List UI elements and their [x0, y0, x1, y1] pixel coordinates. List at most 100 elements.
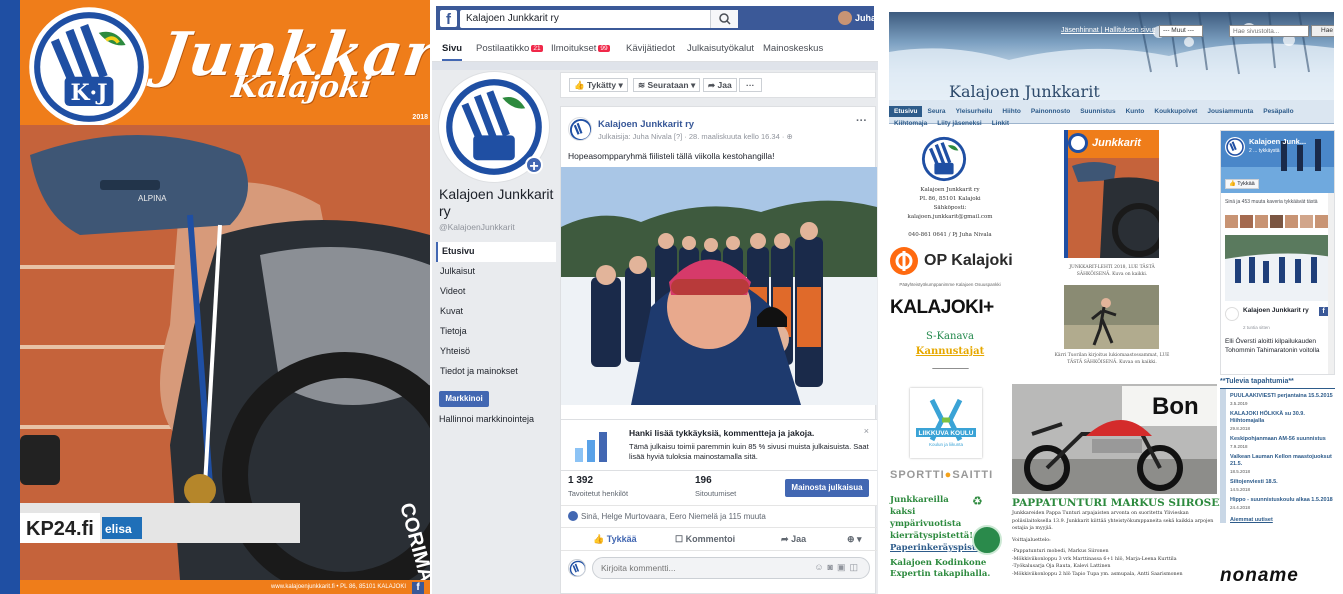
- event-item[interactable]: Hippo - suunnistuskoulu alkaa 1.5.2018 24…: [1230, 493, 1335, 511]
- tab-julkaisutyokalut[interactable]: Julkaisutyökalut: [687, 43, 754, 54]
- fb-page-handle: @KalajoenJunkkarit: [439, 222, 515, 232]
- runner-thumbnail[interactable]: [1064, 285, 1159, 349]
- share-label: Jaa: [717, 80, 732, 90]
- site-header: Jäsenhinnat | Hallituksen sivut --- Muut…: [889, 12, 1334, 100]
- recycle-icon: ♻: [972, 494, 983, 508]
- fb-search-button[interactable]: [710, 10, 738, 28]
- side-item-yhteiso[interactable]: Yhteisö: [436, 342, 556, 362]
- liikkuva-sub: Koulun ja liikunta: [929, 442, 964, 447]
- fb-search-input[interactable]: Kalajoen Junkkarit ry: [460, 10, 738, 28]
- promote-button[interactable]: Markkinoi: [439, 391, 489, 407]
- cover-subtitle: Kalajoki: [229, 70, 374, 105]
- paper-collection-link[interactable]: Paperinkeräyspiste: [890, 543, 981, 553]
- post-photo-skiers[interactable]: [561, 167, 877, 405]
- comment-button[interactable]: ☐ Kommentoi: [675, 534, 735, 545]
- widget-scrollbar[interactable]: [1328, 193, 1334, 374]
- event-item[interactable]: KALAJOKI HÖLKKÄ su 30.9. Hiihtomajalla 29…: [1230, 407, 1335, 432]
- sporttisaitti-logo[interactable]: SPORTTI●SAITTI: [890, 469, 993, 481]
- email-link[interactable]: kalajoen.junkkarit@gmail.com: [890, 213, 1010, 222]
- boost-post-button[interactable]: Mainosta julkaisua: [785, 479, 869, 497]
- tab-sivu[interactable]: Sivu: [442, 43, 463, 61]
- like-button[interactable]: 👍 Tykkää: [593, 534, 637, 545]
- other-sites-select[interactable]: --- Muut ---: [1159, 25, 1203, 37]
- widget-friends-text: Sinä ja 453 muuta kaveria tykkäävät täst…: [1225, 199, 1318, 205]
- kalajoki-sponsor[interactable]: KALAJOKI+: [890, 297, 994, 319]
- recycling-note: Junkkareilla kaksi ympärivuotista kierrä…: [890, 494, 981, 554]
- widget-like-button[interactable]: 👍 Tykkää: [1225, 179, 1259, 189]
- emoji-icon[interactable]: ☺: [814, 562, 827, 572]
- all-news-link[interactable]: Aiemmat uutiset: [1230, 511, 1335, 523]
- post-options-icon[interactable]: ···: [856, 115, 867, 127]
- post-likes[interactable]: Sinä, Helge Murtovaara, Eero Niemelä ja …: [561, 505, 877, 525]
- camera-icon[interactable]: ◙: [828, 562, 837, 572]
- add-photo-plus-icon[interactable]: +: [525, 156, 543, 175]
- menu-item-suunnistus[interactable]: Suunnistus: [1075, 106, 1120, 117]
- share-post-button[interactable]: ➦ Jaa: [781, 534, 806, 545]
- event-item[interactable]: PUULAAKIVIESTI perjantaina 15.5.2015 3.5.…: [1230, 389, 1335, 407]
- event-item[interactable]: Keskipohjanmaan AM-56 suunnistus 7.9.2018: [1230, 432, 1335, 450]
- header-links[interactable]: Jäsenhinnat | Hallituksen sivut: [1061, 27, 1155, 34]
- op-kalajoki-sponsor[interactable]: OP Kalajoki: [890, 247, 1013, 277]
- event-date: 14.5.2018: [1230, 487, 1251, 492]
- site-search-button[interactable]: Hae: [1311, 25, 1334, 37]
- post-author-avatar[interactable]: [568, 117, 592, 141]
- tab-postilaatikko[interactable]: Postilaatikko 21: [476, 43, 543, 54]
- s-kanava-link[interactable]: S-Kanava: [890, 331, 1010, 342]
- menu-item-linkit[interactable]: Linkit: [987, 118, 1014, 129]
- fb-post: Kalajoen Junkkarit ry Julkaisija: Juha N…: [560, 106, 877, 594]
- menu-item-koukkupolvet[interactable]: Koukkupolvet: [1149, 106, 1202, 117]
- share-button[interactable]: ➦ Jaa: [703, 78, 737, 92]
- pappatunturi-image[interactable]: Bon: [1012, 384, 1217, 494]
- side-item-videot[interactable]: Videot: [436, 282, 556, 302]
- noname-sponsor[interactable]: noname: [1220, 565, 1299, 587]
- more-button[interactable]: ···: [739, 78, 762, 92]
- magazine-thumbnail[interactable]: Junkkarit: [1064, 130, 1159, 258]
- magazine-caption[interactable]: JUNKKARIT-LEHTI 2018, LUE TÄSTÄ SÄHKÖISE…: [1052, 264, 1172, 278]
- side-item-kuvat[interactable]: Kuvat: [436, 302, 556, 322]
- menu-item-kunto[interactable]: Kunto: [1121, 106, 1150, 117]
- widget-post-author[interactable]: Kalajoen Junkkarit ry: [1243, 307, 1313, 315]
- following-label: Seurataan: [647, 80, 689, 90]
- sticker-icon[interactable]: ◫: [849, 562, 862, 572]
- menu-item-liity-jäseneksi[interactable]: Liity jäseneksi: [932, 118, 986, 129]
- menu-item-painonnosto[interactable]: Painonnosto: [1026, 106, 1075, 117]
- widget-logo[interactable]: [1225, 137, 1245, 157]
- widget-page-name[interactable]: Kalajoen Junk...: [1249, 137, 1306, 146]
- event-item[interactable]: Siltojenviesti 18.5. 14.5.2018: [1230, 475, 1335, 493]
- post-author[interactable]: Kalajoen Junkkarit ry: [598, 119, 694, 130]
- facebook-logo-icon[interactable]: f: [440, 10, 457, 28]
- close-icon[interactable]: ×: [864, 426, 869, 436]
- widget-post-avatar[interactable]: [1225, 307, 1239, 321]
- runner-caption[interactable]: Kärri Tuorilan kirjoitus lukiomaastossam…: [1052, 352, 1172, 366]
- manage-promotions-link[interactable]: Hallinnoi markkinointeja: [439, 414, 534, 424]
- facebook-icon[interactable]: f: [1319, 307, 1328, 316]
- news-title[interactable]: PAPPATUNTURI MARKUS SIIROSELLE: [1012, 497, 1242, 509]
- user-avatar[interactable]: [838, 11, 852, 25]
- side-item-tiedot-ja-mainokset[interactable]: Tiedot ja mainokset: [436, 362, 556, 382]
- menu-item-pesäpallo[interactable]: Pesäpallo: [1258, 106, 1298, 117]
- event-item[interactable]: Valkean Lauman Kellon maastojuoksut 21.5…: [1230, 450, 1335, 475]
- liked-button[interactable]: 👍 Tykätty ▾: [569, 78, 628, 92]
- thumb-brand: Junkkarit: [1092, 137, 1142, 149]
- tab-ilmoitukset[interactable]: Ilmoitukset 99: [551, 43, 610, 54]
- tab-kavijatiedot[interactable]: Kävijätiedot: [626, 43, 675, 54]
- comment-label: Kommentoi: [685, 534, 736, 544]
- side-item-julkaisut[interactable]: Julkaisut: [436, 262, 556, 282]
- gif-icon[interactable]: ▣: [837, 562, 850, 572]
- site-search-input[interactable]: [1229, 25, 1309, 37]
- side-item-etusivu[interactable]: Etusivu: [436, 242, 556, 262]
- audience-selector[interactable]: ⊕ ▾: [847, 534, 862, 545]
- menu-item-jousiammunta[interactable]: Jousiammunta: [1202, 106, 1258, 117]
- liikkuva-koulu-logo[interactable]: LIIKKUVA KOULU Koulun ja liikunta: [910, 388, 982, 458]
- user-name[interactable]: Juha: [855, 13, 876, 23]
- kannustajat-link[interactable]: Kannustajat: [890, 346, 1010, 357]
- menu-item-kiihtomaja[interactable]: Kiihtomaja: [889, 118, 932, 129]
- boost-chart-icon: [575, 432, 607, 462]
- following-button[interactable]: ≋ Seurataan ▾: [633, 78, 701, 92]
- reach-label: Tavoitetut henkilöt: [568, 489, 629, 498]
- events-heading: **Tulevia tapahtumia**: [1220, 378, 1294, 385]
- share-icon: ➦: [708, 80, 716, 90]
- club-website: Jäsenhinnat | Hallituksen sivut --- Muut…: [880, 0, 1343, 594]
- side-item-tietoja[interactable]: Tietoja: [436, 322, 556, 342]
- tab-mainoskeskus[interactable]: Mainoskeskus: [763, 43, 823, 54]
